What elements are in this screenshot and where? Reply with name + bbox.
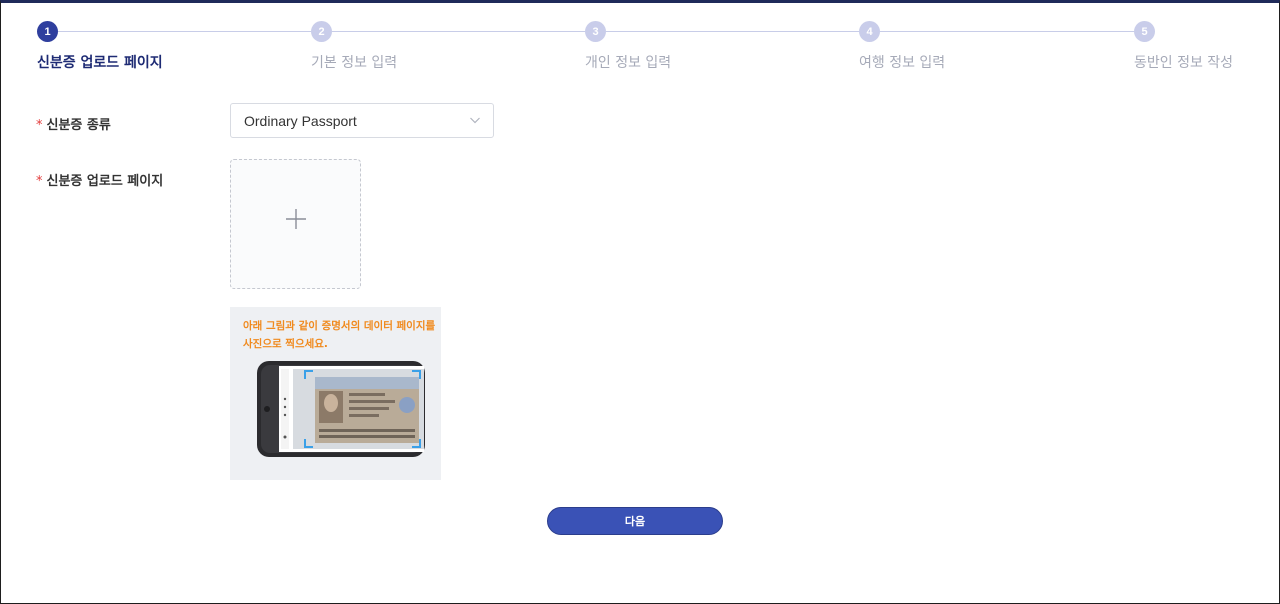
id-type-select[interactable]: Ordinary Passport bbox=[230, 103, 494, 138]
upload-label: * 신분증 업로드 페이지 bbox=[36, 170, 163, 189]
step-connector bbox=[606, 31, 859, 32]
step-connector bbox=[880, 31, 1134, 32]
required-marker: * bbox=[36, 174, 43, 189]
id-type-selected-value: Ordinary Passport bbox=[244, 112, 357, 129]
step-3-label: 개인 정보 입력 bbox=[585, 55, 672, 71]
id-type-label-text: 신분증 종류 bbox=[46, 118, 111, 133]
step-connector bbox=[58, 31, 311, 32]
next-button[interactable]: 다음 bbox=[547, 507, 723, 535]
step-5-indicator: 5 bbox=[1134, 21, 1155, 42]
id-upload-area[interactable] bbox=[230, 159, 361, 289]
step-4-indicator: 4 bbox=[859, 21, 880, 42]
upload-label-text: 신분증 업로드 페이지 bbox=[46, 174, 164, 189]
step-3-indicator: 3 bbox=[585, 21, 606, 42]
step-4-label: 여행 정보 입력 bbox=[859, 55, 946, 71]
required-marker: * bbox=[36, 118, 43, 133]
chevron-down-icon bbox=[470, 117, 480, 124]
progress-stepper: 1 2 3 4 5 신분증 업로드 페이지 기본 정보 입력 개인 정보 입력 … bbox=[0, 0, 1280, 80]
plus-icon bbox=[286, 209, 306, 229]
step-5-label: 동반인 정보 작성 bbox=[1134, 55, 1234, 71]
step-2-label: 기본 정보 입력 bbox=[311, 55, 398, 71]
phone-passport-illustration bbox=[257, 361, 425, 457]
guide-text: 아래 그림과 같이 증명서의 데이터 페이지를 사진으로 찍으세요. bbox=[243, 320, 436, 350]
step-connector bbox=[332, 31, 585, 32]
upload-guide-panel: 아래 그림과 같이 증명서의 데이터 페이지를 사진으로 찍으세요. bbox=[230, 307, 441, 480]
step-2-indicator: 2 bbox=[311, 21, 332, 42]
step-1-label: 신분증 업로드 페이지 bbox=[37, 55, 163, 71]
step-1-indicator: 1 bbox=[37, 21, 58, 42]
id-type-label: * 신분증 종류 bbox=[36, 114, 111, 133]
